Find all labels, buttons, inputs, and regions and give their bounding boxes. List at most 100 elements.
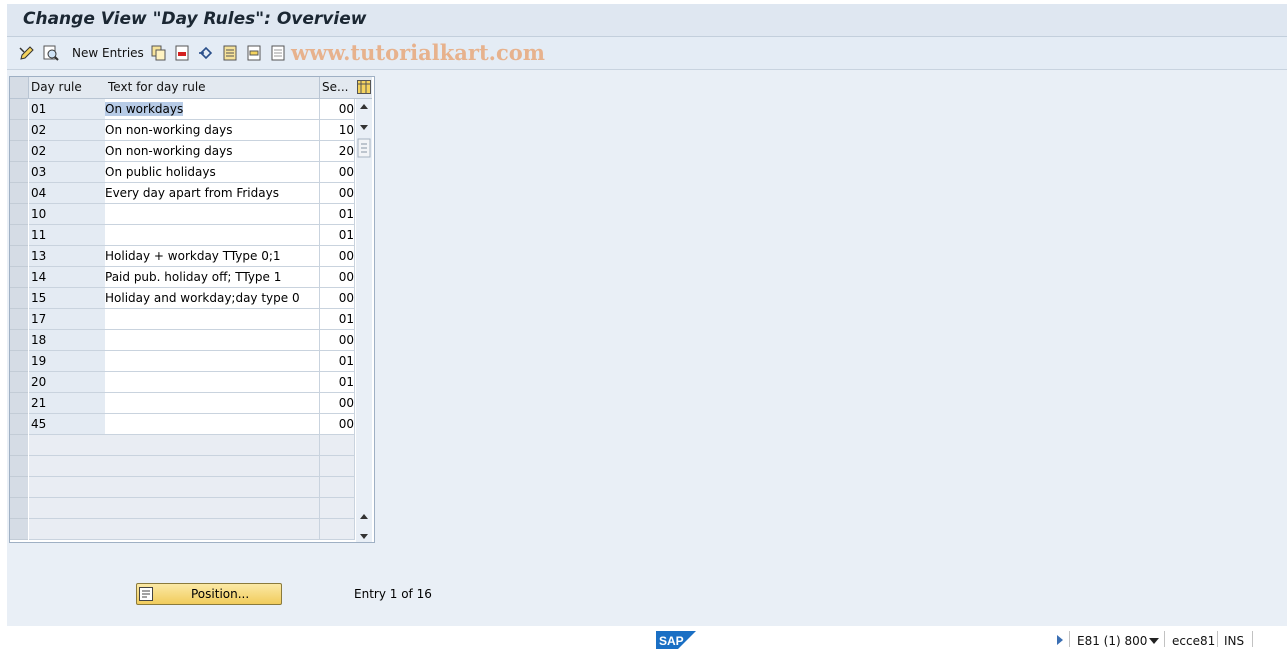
column-header-text[interactable]: Text for day rule bbox=[105, 77, 320, 99]
day-rule-cell bbox=[29, 519, 106, 540]
day-rule-cell: 21 bbox=[29, 393, 106, 414]
se-cell: 01 bbox=[320, 204, 355, 225]
undo-icon[interactable] bbox=[197, 44, 215, 62]
day-rule-cell: 13 bbox=[29, 246, 106, 267]
status-separator bbox=[1252, 631, 1253, 647]
status-separator bbox=[1164, 631, 1165, 647]
day-rule-text: Paid pub. holiday off; TType 1 bbox=[105, 270, 282, 284]
row-selector[interactable] bbox=[10, 225, 28, 246]
day-rule-text-cell[interactable] bbox=[105, 351, 320, 372]
row-selector[interactable] bbox=[10, 393, 28, 414]
details-icon[interactable] bbox=[42, 44, 60, 62]
row-selector[interactable] bbox=[10, 162, 28, 183]
watermark-text: www.tutorialkart.com bbox=[291, 40, 545, 65]
row-selector[interactable] bbox=[10, 498, 28, 519]
day-rule-text: Holiday and workday;day type 0 bbox=[105, 291, 300, 305]
row-selector[interactable] bbox=[10, 414, 28, 435]
row-selector[interactable] bbox=[10, 435, 28, 456]
status-expand-icon[interactable] bbox=[1056, 634, 1064, 649]
se-cell bbox=[320, 477, 355, 498]
day-rule-text-cell[interactable] bbox=[105, 372, 320, 393]
row-selector[interactable] bbox=[10, 309, 28, 330]
se-cell: 01 bbox=[320, 309, 355, 330]
day-rule-cell: 04 bbox=[29, 183, 106, 204]
vertical-scrollbar[interactable] bbox=[356, 99, 372, 542]
day-rule-cell: 02 bbox=[29, 120, 106, 141]
day-rule-text-cell[interactable] bbox=[105, 309, 320, 330]
display-change-icon[interactable] bbox=[18, 44, 36, 62]
scroll-up-bottom-icon bbox=[360, 514, 368, 519]
day-rule-text-cell[interactable] bbox=[105, 225, 320, 246]
day-rule-cell: 02 bbox=[29, 141, 106, 162]
scroll-down-bottom-icon bbox=[360, 534, 368, 539]
table-settings-icon[interactable] bbox=[356, 77, 372, 99]
deselect-all-icon[interactable] bbox=[269, 44, 287, 62]
copy-icon[interactable] bbox=[150, 44, 168, 62]
day-rule-text-cell[interactable]: Paid pub. holiday off; TType 1 bbox=[105, 267, 320, 288]
row-selector[interactable] bbox=[10, 477, 28, 498]
day-rule-text-cell[interactable]: On public holidays bbox=[105, 162, 320, 183]
title-bar: Change View "Day Rules": Overview bbox=[7, 4, 1287, 37]
row-selector[interactable] bbox=[10, 99, 28, 120]
scroll-up-icon bbox=[360, 104, 368, 109]
day-rule-text: Holiday + workday TType 0;1 bbox=[105, 249, 281, 263]
status-separator bbox=[1069, 631, 1070, 647]
se-cell: 01 bbox=[320, 372, 355, 393]
row-selector[interactable] bbox=[10, 330, 28, 351]
row-selector[interactable] bbox=[10, 288, 28, 309]
day-rule-text-cell[interactable]: On non-working days bbox=[105, 141, 320, 162]
day-rule-cell: 11 bbox=[29, 225, 106, 246]
select-all-rows-corner[interactable] bbox=[10, 77, 29, 99]
day-rule-text-cell[interactable]: On non-working days bbox=[105, 120, 320, 141]
day-rule-text: On workdays bbox=[105, 102, 184, 116]
row-selector[interactable] bbox=[10, 246, 28, 267]
row-selector[interactable] bbox=[10, 267, 28, 288]
day-rule-text: On non-working days bbox=[105, 144, 233, 158]
day-rule-text-cell[interactable]: On workdays bbox=[105, 99, 320, 120]
se-cell: 01 bbox=[320, 351, 355, 372]
page-title: Change View "Day Rules": Overview bbox=[23, 9, 367, 29]
row-selector[interactable] bbox=[10, 141, 28, 162]
row-selector[interactable] bbox=[10, 120, 28, 141]
day-rule-text-cell[interactable] bbox=[105, 330, 320, 351]
server-name: ecce81 bbox=[1172, 634, 1216, 648]
day-rule-cell: 03 bbox=[29, 162, 106, 183]
day-rules-table: Day rule Text for day rule Se... 01 On wo… bbox=[9, 76, 375, 543]
row-selector[interactable] bbox=[10, 372, 28, 393]
day-rule-text-cell bbox=[105, 498, 320, 519]
column-header-day-rule[interactable]: Day rule bbox=[29, 77, 106, 99]
row-selector[interactable] bbox=[10, 351, 28, 372]
day-rule-text-cell[interactable] bbox=[105, 204, 320, 225]
select-all-icon[interactable] bbox=[221, 44, 239, 62]
position-button[interactable]: Position... bbox=[136, 583, 282, 605]
day-rule-text-cell bbox=[105, 456, 320, 477]
day-rule-cell bbox=[29, 435, 106, 456]
select-block-icon[interactable] bbox=[245, 44, 263, 62]
day-rule-cell: 14 bbox=[29, 267, 106, 288]
row-selector[interactable] bbox=[10, 519, 28, 540]
se-cell: 00 bbox=[320, 393, 355, 414]
day-rule-text-cell[interactable]: Holiday and workday;day type 0 bbox=[105, 288, 320, 309]
se-cell: 00 bbox=[320, 330, 355, 351]
day-rule-cell: 15 bbox=[29, 288, 106, 309]
day-rule-text-cell[interactable] bbox=[105, 414, 320, 435]
row-selector[interactable] bbox=[10, 204, 28, 225]
se-cell: 00 bbox=[320, 414, 355, 435]
system-info-dropdown-icon[interactable] bbox=[1149, 634, 1159, 648]
day-rule-text-cell bbox=[105, 477, 320, 498]
day-rule-cell bbox=[29, 498, 106, 519]
row-selector[interactable] bbox=[10, 456, 28, 477]
new-entries-button[interactable]: New Entries bbox=[72, 46, 144, 60]
se-cell: 00 bbox=[320, 183, 355, 204]
day-rule-text-cell[interactable]: Holiday + workday TType 0;1 bbox=[105, 246, 320, 267]
se-cell: 00 bbox=[320, 162, 355, 183]
day-rule-text-cell[interactable] bbox=[105, 393, 320, 414]
day-rule-text-cell bbox=[105, 519, 320, 540]
day-rule-text: On public holidays bbox=[105, 165, 216, 179]
delete-icon[interactable] bbox=[173, 44, 191, 62]
day-rule-text-cell[interactable]: Every day apart from Fridays bbox=[105, 183, 320, 204]
svg-text:SAP: SAP bbox=[659, 634, 684, 648]
row-selector[interactable] bbox=[10, 183, 28, 204]
column-header-se[interactable]: Se... bbox=[320, 77, 357, 99]
se-cell bbox=[320, 519, 355, 540]
